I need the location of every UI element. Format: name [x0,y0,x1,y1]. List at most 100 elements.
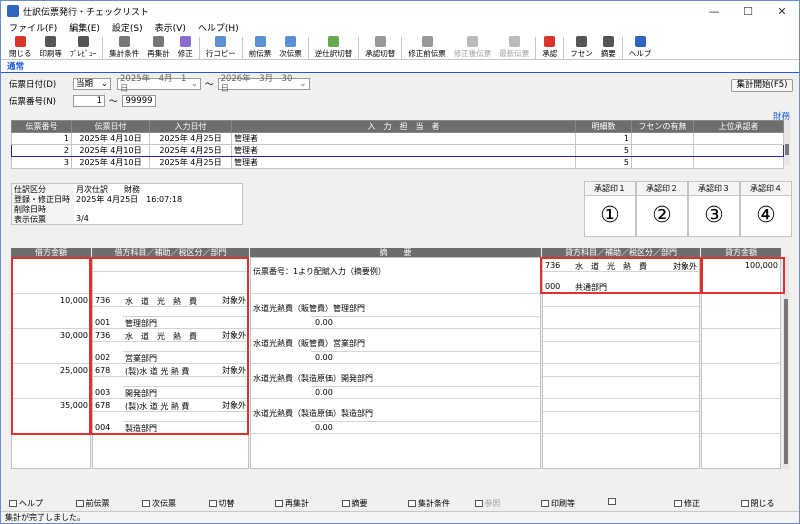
toolbar-close-button[interactable]: 閉じる [5,36,36,59]
sticky-note-icon [576,36,587,47]
toolbar-label: 修正後伝票 [453,49,492,58]
table-row[interactable]: 1 2025年 4月10日 2025年 4月25日 管理者 1 [11,132,784,145]
fkey-f10-button[interactable] [607,498,618,505]
toolbar-printer-button[interactable]: 印刷等 [36,36,67,59]
toolbar-next-slip-button[interactable]: 次伝票 [275,36,306,59]
latest-icon [508,36,520,47]
menu-file[interactable]: ファイル(F) [9,21,57,34]
scroll-thumb[interactable] [784,299,788,464]
toolbar-help-button[interactable]: ヘルプ [625,36,656,59]
slip-cell-date: 2025年 4月10日 [71,132,150,145]
maximize-icon[interactable]: ☐ [731,5,765,18]
credit-account-header: 貸方科目／補助／税区分／部門 [542,248,700,257]
approval-stamp-label: 承認印４ [741,182,791,196]
line-sub-amount: 0.00 [315,318,333,327]
toolbar-label: 承認切替 [365,49,396,58]
period-value: 当期 [76,79,94,89]
toolbar-edit-button[interactable]: 修正 [174,36,197,59]
toolbar-latest-button[interactable]: 最新伝票 [495,36,533,59]
filter-icon [118,36,130,47]
line-sub-amount: 0.00 [315,388,333,397]
menu-bar: ファイル(F) 編集(E) 設定(S) 表示(V) ヘルプ(H) [1,21,799,34]
toolbar-separator [401,37,403,59]
fkey-label: 印刷等 [551,499,575,508]
toolbar-separator [241,37,243,59]
row-divider [543,328,699,329]
fkey-f4-button[interactable]: 切替 [208,498,235,509]
fkey-f11-button[interactable]: 修正 [674,498,700,509]
row-divider [251,398,540,399]
slip-info-value: 2025年 4月25日 16:07:18 [76,195,183,204]
debit-account-highlight [90,257,249,435]
fkey-f8-button[interactable]: 参照 [474,498,501,509]
toolbar-filter-button[interactable]: 集計条件 [105,36,143,59]
credit-amount-header: 貸方金額 [701,248,781,257]
slip-list-header: 入力日付 [149,120,232,133]
menu-help[interactable]: ヘルプ(H) [198,21,239,34]
table-row[interactable]: 3 2025年 4月10日 2025年 4月25日 管理者 5 [11,156,784,169]
fkey-label: 閉じる [750,499,775,508]
toolbar-sticky-note-button[interactable]: フセン [566,36,597,59]
fkey-badge [275,500,283,507]
fkey-f5-button[interactable]: 再集計 [275,498,309,509]
slip-cell-count: 5 [575,156,632,169]
from-number-field[interactable]: 1 [73,95,105,107]
fkey-f3-button[interactable]: 次伝票 [142,498,176,509]
slip-cell-count: 1 [575,132,632,145]
run-aggregate-button[interactable]: 集計開始(F5) [731,79,793,92]
toolbar-prev-slip-button[interactable]: 前伝票 [245,36,276,59]
scroll-thumb[interactable] [785,144,789,155]
fkey-f1-button[interactable]: ヘルプ [9,498,43,509]
fkey-f2-button[interactable]: 前伝票 [75,498,110,509]
close-window-icon[interactable]: ✕ [765,5,799,18]
fkey-badge [408,500,416,507]
copy-row-icon [215,36,227,47]
minimize-icon[interactable]: — [697,5,731,18]
slip-list-scrollbar[interactable] [784,120,790,165]
fkey-badge [341,500,350,507]
slip-list-header: 伝票番号 [11,120,72,133]
toolbar-after-edit-button[interactable]: 修正後伝票 [450,36,496,59]
app-icon [7,5,19,17]
fkey-f12-button[interactable]: 閉じる [740,498,775,509]
toolbar-before-edit-button[interactable]: 修正前伝票 [404,36,450,59]
row-divider [702,433,780,434]
toolbar-separator [621,37,623,59]
approval-stamp-3[interactable]: 承認印３ ③ [688,181,740,237]
sub-divider [543,306,699,307]
fkey-label: 前伝票 [85,499,110,508]
toolbar-preview-button[interactable]: ﾌﾟﾚﾋﾞｭｰ [66,36,100,59]
menu-edit[interactable]: 編集(E) [69,21,100,34]
fkey-f7-button[interactable]: 集計条件 [408,498,450,509]
fkey-badge [541,500,549,507]
fkey-f6-button[interactable]: 摘要 [341,498,368,509]
window-title: 仕訳伝票発行・チェックリスト [23,7,150,18]
to-date-field[interactable]: 2026年 3月 30日 ⌄ [217,74,310,94]
approval-stamp-4[interactable]: 承認印４ ④ [740,181,792,237]
approval-stamp-1[interactable]: 承認印１ ① [584,181,636,237]
table-row[interactable]: 2 2025年 4月10日 2025年 4月25日 管理者 5 [11,144,784,157]
approval-stamp-2[interactable]: 承認印２ ② [636,181,688,237]
toolbar-refresh-button[interactable]: 再集計 [143,36,174,59]
toolbar-copy-row-button[interactable]: 行コピー [202,36,240,59]
to-number-field[interactable]: 99999 [121,95,156,107]
slip-info-value: 3/4 [76,214,89,223]
menu-settings[interactable]: 設定(S) [112,21,143,34]
toolbar-approve-toggle-button[interactable]: 承認切替 [361,36,399,59]
slip-cell-sticky [631,144,694,157]
slip-cell-sticky [631,132,694,145]
toolbar-approve-button[interactable]: 承認 [538,36,561,59]
toolbar-memo-button[interactable]: 摘要 [597,36,620,59]
toolbar-label: 最新伝票 [499,49,530,58]
from-date-field[interactable]: 2025年 4月 1日 ⌄ [117,74,201,94]
toolbar-reverse-button[interactable]: 逆仕訳切替 [311,36,357,59]
slip-list-header: 伝票日付 [71,120,150,133]
slip-cell-input: 2025年 4月25日 [149,144,232,157]
menu-view[interactable]: 表示(V) [155,21,186,34]
toolbar-separator [563,37,565,59]
approval-stamp-mark: ④ [756,203,776,228]
fkey-f9-button[interactable]: 印刷等 [541,498,575,509]
period-select[interactable]: 当期 ⌄ [73,78,111,90]
date-filter: 伝票日付(D) 当期 ⌄ 2025年 4月 1日 ⌄ ～ 2026年 3月 30日 ⌄ [9,74,310,94]
toolbar-label: フセン [570,49,593,58]
